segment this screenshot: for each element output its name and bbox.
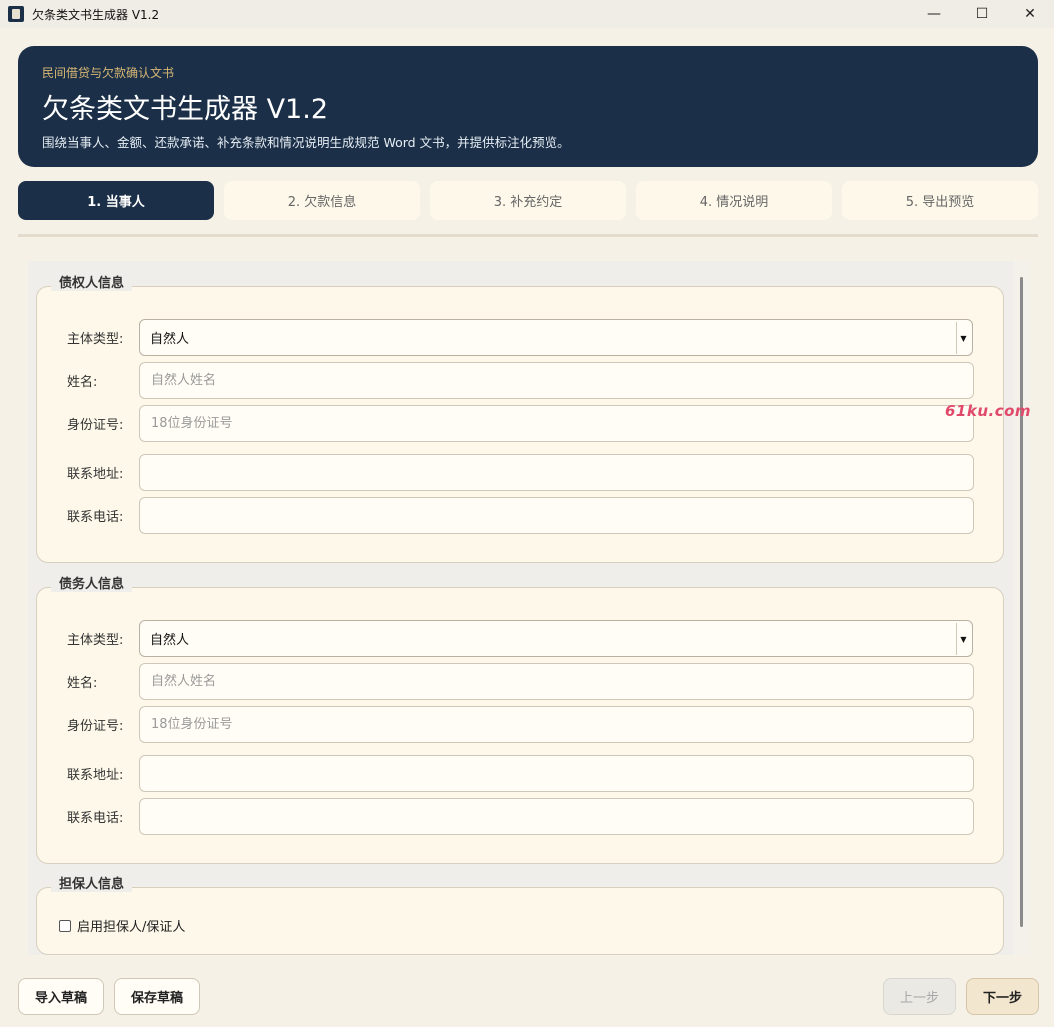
import-draft-button[interactable]: 导入草稿 bbox=[18, 978, 104, 1015]
title-bar: 欠条类文书生成器 V1.2 — ☐ ✕ bbox=[0, 0, 1054, 28]
tab-step-5[interactable]: 5. 导出预览 bbox=[842, 181, 1038, 220]
creditor-id-input[interactable] bbox=[139, 405, 974, 442]
guarantor-group: 担保人信息 启用担保人/保证人 bbox=[36, 873, 1004, 955]
debtor-address-label: 联系地址: bbox=[67, 768, 124, 783]
chevron-down-icon[interactable]: ▼ bbox=[956, 623, 970, 655]
tab-step-3[interactable]: 3. 补充约定 bbox=[430, 181, 626, 220]
header-banner: 民间借贷与欠款确认文书 欠条类文书生成器 V1.2 围绕当事人、金额、还款承诺、… bbox=[18, 46, 1038, 167]
debtor-name-input[interactable] bbox=[139, 663, 974, 700]
creditor-address-row: 联系地址: bbox=[67, 454, 974, 491]
step-tabs: 1. 当事人 2. 欠款信息 3. 补充约定 4. 情况说明 5. 导出预览 bbox=[18, 181, 1038, 220]
next-step-button[interactable]: 下一步 bbox=[966, 978, 1039, 1015]
debtor-type-label: 主体类型: bbox=[67, 633, 124, 648]
debtor-type-select[interactable]: 自然人 ▼ bbox=[139, 620, 973, 657]
steps-divider bbox=[18, 234, 1038, 237]
page-title: 欠条类文书生成器 V1.2 bbox=[42, 94, 328, 125]
guarantor-enable-checkbox[interactable] bbox=[59, 919, 71, 932]
debtor-address-row: 联系地址: bbox=[67, 755, 974, 792]
creditor-id-label: 身份证号: bbox=[67, 418, 124, 433]
minimize-icon[interactable]: — bbox=[910, 0, 958, 28]
maximize-icon[interactable]: ☐ bbox=[958, 0, 1006, 28]
creditor-phone-input[interactable] bbox=[139, 497, 974, 534]
scrollbar-thumb[interactable] bbox=[1020, 277, 1023, 927]
watermark-text: 61ku.com bbox=[945, 402, 1032, 420]
debtor-address-input[interactable] bbox=[139, 755, 974, 792]
creditor-name-input[interactable] bbox=[139, 362, 974, 399]
debtor-phone-label: 联系电话: bbox=[67, 811, 124, 826]
tab-step-4[interactable]: 4. 情况说明 bbox=[636, 181, 832, 220]
chevron-down-icon[interactable]: ▼ bbox=[956, 322, 970, 354]
creditor-phone-label: 联系电话: bbox=[67, 510, 124, 525]
guarantor-enable-label[interactable]: 启用担保人/保证人 bbox=[77, 916, 185, 935]
form-scroll-area[interactable]: 债权人信息 主体类型: 自然人 ▼ 姓名: 身份证号: 联系地址: 联系电话: … bbox=[28, 261, 1014, 955]
creditor-address-input[interactable] bbox=[139, 454, 974, 491]
tab-step-1[interactable]: 1. 当事人 bbox=[18, 181, 214, 220]
creditor-group: 债权人信息 主体类型: 自然人 ▼ 姓名: 身份证号: 联系地址: 联系电话: bbox=[36, 272, 1004, 563]
creditor-id-row: 身份证号: bbox=[67, 405, 974, 442]
debtor-type-value: 自然人 bbox=[150, 633, 190, 648]
window-title: 欠条类文书生成器 V1.2 bbox=[32, 7, 160, 22]
creditor-type-select[interactable]: 自然人 ▼ bbox=[139, 319, 973, 356]
save-draft-button[interactable]: 保存草稿 bbox=[114, 978, 200, 1015]
debtor-id-row: 身份证号: bbox=[67, 706, 974, 743]
debtor-phone-input[interactable] bbox=[139, 798, 974, 835]
debtor-id-input[interactable] bbox=[139, 706, 974, 743]
debtor-name-label: 姓名: bbox=[67, 676, 98, 691]
debtor-type-row: 主体类型: 自然人 ▼ bbox=[67, 620, 973, 657]
banner-description: 围绕当事人、金额、还款承诺、补充条款和情况说明生成规范 Word 文书，并提供标… bbox=[42, 135, 570, 150]
creditor-name-label: 姓名: bbox=[67, 375, 98, 390]
window-controls: — ☐ ✕ bbox=[910, 0, 1054, 28]
creditor-phone-row: 联系电话: bbox=[67, 497, 974, 534]
close-icon[interactable]: ✕ bbox=[1006, 0, 1054, 28]
tab-step-2[interactable]: 2. 欠款信息 bbox=[224, 181, 420, 220]
creditor-group-title: 债权人信息 bbox=[51, 272, 133, 291]
creditor-type-value: 自然人 bbox=[150, 332, 190, 347]
guarantor-enable-row[interactable]: 启用担保人/保证人 bbox=[59, 916, 185, 935]
banner-kicker: 民间借贷与欠款确认文书 bbox=[42, 66, 175, 80]
debtor-phone-row: 联系电话: bbox=[67, 798, 974, 835]
debtor-group-title: 债务人信息 bbox=[51, 573, 133, 592]
app-icon bbox=[8, 6, 24, 22]
debtor-name-row: 姓名: bbox=[67, 663, 974, 700]
creditor-name-row: 姓名: bbox=[67, 362, 974, 399]
debtor-group: 债务人信息 主体类型: 自然人 ▼ 姓名: 身份证号: 联系地址: 联系电话: bbox=[36, 573, 1004, 864]
creditor-type-row: 主体类型: 自然人 ▼ bbox=[67, 319, 973, 356]
guarantor-group-title: 担保人信息 bbox=[51, 873, 133, 892]
debtor-id-label: 身份证号: bbox=[67, 719, 124, 734]
creditor-type-label: 主体类型: bbox=[67, 332, 124, 347]
creditor-address-label: 联系地址: bbox=[67, 467, 124, 482]
prev-step-button[interactable]: 上一步 bbox=[883, 978, 956, 1015]
